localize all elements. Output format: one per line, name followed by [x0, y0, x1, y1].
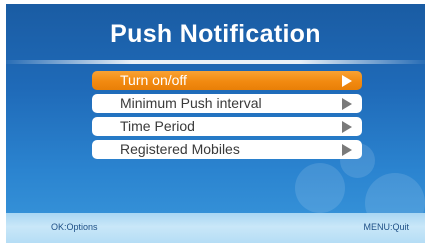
right-triangle-icon: [342, 144, 352, 156]
menu-item-time-period[interactable]: Time Period: [92, 117, 362, 136]
title-divider: [6, 60, 425, 64]
menu-item-label: Minimum Push interval: [120, 95, 262, 111]
ok-options-hint: OK:Options: [51, 222, 98, 232]
menu-item-label: Time Period: [120, 118, 195, 134]
menu-item-turn-on-off[interactable]: Turn on/off: [92, 71, 362, 90]
push-notification-menu: Turn on/off Minimum Push interval Time P…: [92, 71, 362, 163]
menu-quit-hint: MENU:Quit: [363, 222, 409, 232]
page-title: Push Notification: [110, 20, 321, 48]
right-triangle-icon: [342, 121, 352, 133]
footer-bar: OK:Options MENU:Quit: [6, 213, 425, 243]
menu-item-minimum-push-interval[interactable]: Minimum Push interval: [92, 94, 362, 113]
menu-item-registered-mobiles[interactable]: Registered Mobiles: [92, 140, 362, 159]
menu-item-label: Registered Mobiles: [120, 141, 240, 157]
tv-menu-screen: Push Notification Turn on/off Minimum Pu…: [6, 4, 425, 243]
menu-item-label: Turn on/off: [120, 72, 187, 88]
right-triangle-icon: [342, 98, 352, 110]
right-triangle-icon: [342, 75, 352, 87]
